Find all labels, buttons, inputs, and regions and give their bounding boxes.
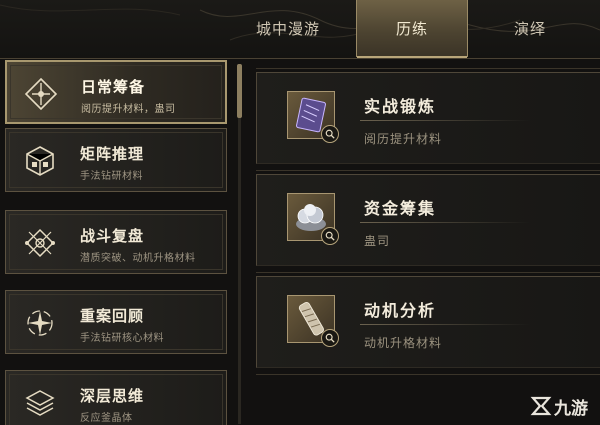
crossed-diamond-icon <box>20 223 60 263</box>
activity-list: 实战锻炼 阅历提升材料 资金筹集 蛊司 动机分析 动机升格材料 <box>250 58 600 425</box>
tab-deduction[interactable]: 演绎 <box>470 0 590 57</box>
compass-diamond-icon <box>21 74 61 114</box>
category-item-daily-prep[interactable]: 日常筹备 阅历提升材料，蛊司 <box>5 60 227 124</box>
category-title: 深层思维 <box>80 387 145 405</box>
title-underline <box>360 120 530 121</box>
divider <box>256 170 600 171</box>
divider <box>256 68 600 69</box>
title-underline <box>360 222 530 223</box>
activity-item-fundraising[interactable]: 资金筹集 蛊司 <box>256 174 600 266</box>
category-item-deep-thinking[interactable]: 深层思维 反应釜晶体 <box>5 370 227 425</box>
activity-subtitle: 阅历提升材料 <box>364 132 443 146</box>
category-item-case-review[interactable]: 重案回顾 手法钻研核心材料 <box>5 290 227 354</box>
layered-stack-icon <box>20 383 60 423</box>
activity-title: 资金筹集 <box>364 199 437 218</box>
category-list: 日常筹备 阅历提升材料，蛊司 矩阵推理 手法钻研材料 战斗复盘 潜质突破、动机升… <box>0 58 246 425</box>
watermark: 九游 <box>530 392 588 420</box>
category-title: 战斗复盘 <box>80 227 145 245</box>
cube-matrix-icon <box>20 141 60 181</box>
list-scrollbar-thumb[interactable] <box>237 64 242 118</box>
watermark-logo-icon <box>530 396 552 416</box>
activity-subtitle: 蛊司 <box>364 234 391 248</box>
watermark-text: 九游 <box>554 398 588 419</box>
magnifier-icon[interactable] <box>321 125 339 143</box>
divider <box>256 272 600 273</box>
category-title: 日常筹备 <box>81 78 146 96</box>
activity-title: 动机分析 <box>364 301 437 320</box>
magnifier-icon[interactable] <box>321 227 339 245</box>
activity-title: 实战锻炼 <box>364 97 437 116</box>
category-title: 重案回顾 <box>80 307 145 325</box>
category-subtitle: 阅历提升材料，蛊司 <box>81 104 176 115</box>
category-subtitle: 手法钻研核心材料 <box>80 333 164 344</box>
category-subtitle: 潜质突破、动机升格材料 <box>80 253 196 264</box>
list-scrollbar-track[interactable] <box>238 64 241 424</box>
category-item-matrix-reasoning[interactable]: 矩阵推理 手法钻研材料 <box>5 128 227 192</box>
tab-training[interactable]: 历练 <box>356 0 468 58</box>
magnifier-icon[interactable] <box>321 329 339 347</box>
divider <box>256 374 600 375</box>
title-underline <box>360 324 530 325</box>
activity-item-combat-training[interactable]: 实战锻炼 阅历提升材料 <box>256 72 600 164</box>
category-title: 矩阵推理 <box>80 145 145 163</box>
category-item-battle-review[interactable]: 战斗复盘 潜质突破、动机升格材料 <box>5 210 227 274</box>
activity-subtitle: 动机升格材料 <box>364 336 443 350</box>
category-subtitle: 反应釜晶体 <box>80 413 133 424</box>
category-subtitle: 手法钻研材料 <box>80 171 143 182</box>
top-tab-bar: 城中漫游 历练 演绎 <box>0 0 600 59</box>
tab-city-roaming[interactable]: 城中漫游 <box>228 0 348 57</box>
activity-item-motive-analysis[interactable]: 动机分析 动机升格材料 <box>256 276 600 368</box>
spiral-star-icon <box>20 303 60 343</box>
